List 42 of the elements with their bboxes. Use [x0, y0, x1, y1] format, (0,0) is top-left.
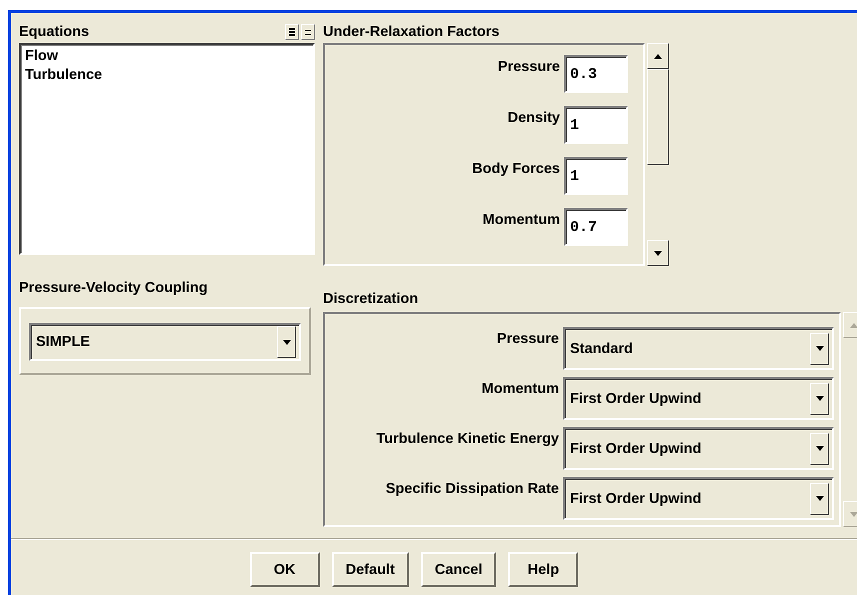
dialog-button[interactable]: Help: [508, 552, 578, 587]
field-label: Pressure: [496, 330, 559, 347]
section-label: Pressure-Velocity Coupling: [19, 280, 208, 296]
field-label: Momentum: [482, 211, 560, 228]
section-label: Discretization: [323, 291, 418, 307]
coupling-dropdown[interactable]: SIMPLE: [29, 323, 301, 361]
dialog-button[interactable]: OK: [250, 552, 320, 587]
scheme-dropdown[interactable]: First Order Upwind: [563, 377, 834, 420]
caret-icon: [816, 446, 824, 451]
lines-icon: [289, 28, 295, 36]
field-label: Specific Dissipation Rate: [386, 480, 559, 497]
scroll-up-icon: [654, 54, 662, 58]
field-label: Momentum: [482, 380, 559, 397]
select-all-button[interactable]: [285, 24, 299, 40]
input-field[interactable]: 0.7: [564, 208, 628, 246]
list-item[interactable]: Flow: [25, 47, 309, 66]
scheme-dropdown[interactable]: First Order Upwind: [563, 427, 834, 470]
caret-icon: [816, 346, 824, 351]
scroll-up-icon: [850, 322, 857, 328]
caret-icon: [282, 340, 290, 344]
equations-list[interactable]: Flow Turbulence: [19, 43, 315, 255]
field-label: Density: [508, 109, 560, 126]
scrollbar[interactable]: [647, 43, 669, 266]
input-field[interactable]: 0.3: [564, 55, 628, 93]
scheme-dropdown[interactable]: First Order Upwind: [563, 477, 834, 520]
section-label: Equations: [19, 24, 90, 40]
scroll-down-icon: [654, 250, 662, 256]
input-field[interactable]: 1: [564, 157, 628, 195]
caret-icon: [816, 396, 824, 401]
field-label: Pressure: [498, 58, 560, 75]
section-label: Under-Relaxation Factors: [323, 24, 500, 40]
caret-icon: [816, 496, 824, 501]
input-field[interactable]: 1: [564, 106, 628, 144]
dialog-button[interactable]: Default: [332, 552, 409, 587]
equals-icon: [305, 30, 311, 34]
field-label: Body Forces: [472, 160, 560, 177]
scroll-down-icon: [850, 512, 857, 516]
field-label: Turbulence Kinetic Energy: [376, 430, 559, 447]
deselect-all-button[interactable]: [301, 24, 315, 40]
dialog-button[interactable]: Cancel: [420, 552, 496, 587]
list-item[interactable]: Turbulence: [25, 66, 309, 85]
scheme-dropdown[interactable]: Standard: [563, 327, 834, 370]
